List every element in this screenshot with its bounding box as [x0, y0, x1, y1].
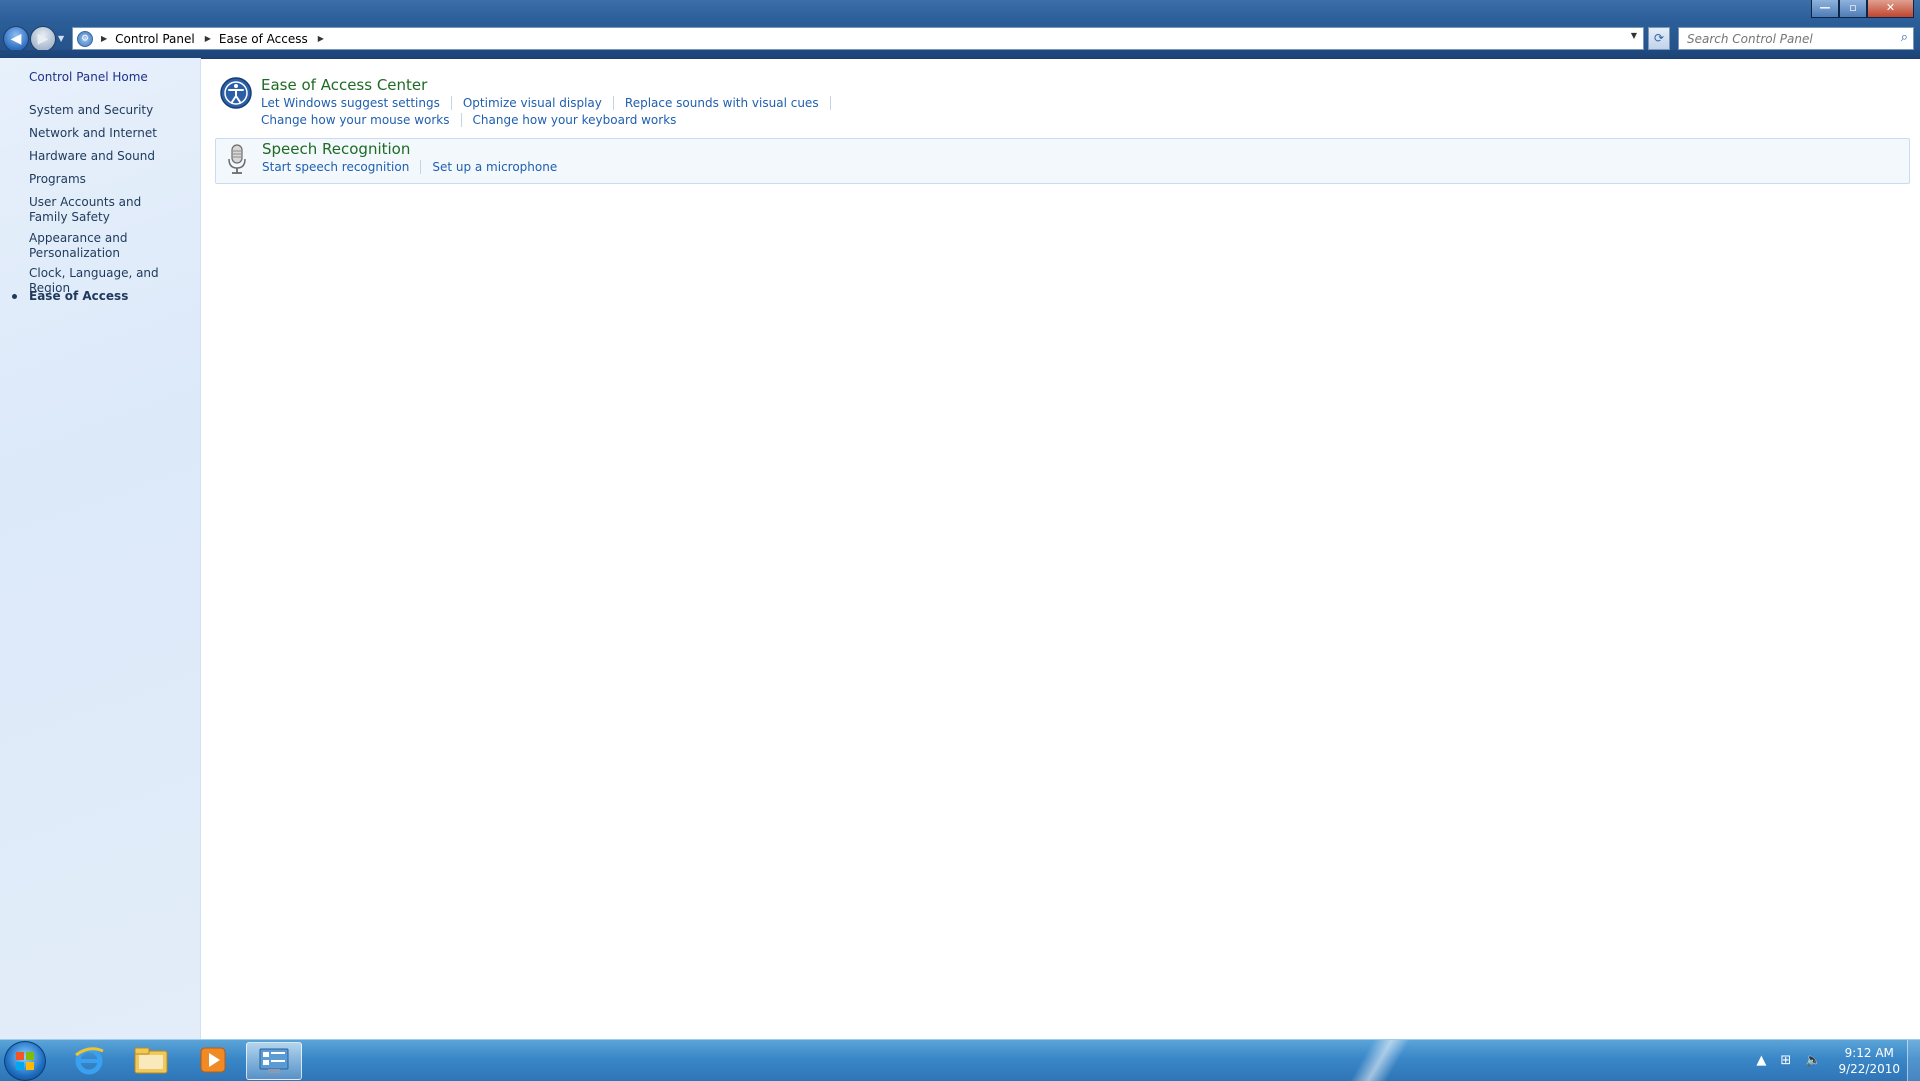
start-button[interactable] — [4, 1041, 46, 1081]
taskbar: ▲ ⊞ 🔈 9:12 AM 9/22/2010 — [0, 1039, 1920, 1081]
media-player-icon — [200, 1047, 226, 1073]
replace-sounds-visual-cues-link[interactable]: Replace sounds with visual cues — [625, 96, 819, 110]
category-ease-of-access-center: Ease of Access Center Let Windows sugges… — [215, 72, 1908, 136]
ease-of-access-links-row-1: Let Windows suggest settings Optimize vi… — [261, 96, 842, 110]
windows-explorer-icon — [134, 1047, 168, 1074]
control-panel-home-link[interactable]: Control Panel Home — [29, 70, 194, 85]
search-input[interactable] — [1685, 30, 1889, 47]
taskbar-wallpaper-swoosh — [1300, 1040, 1460, 1081]
breadcrumb-chevron-icon[interactable]: ▶ — [318, 34, 324, 43]
link-divider — [450, 96, 452, 110]
forward-button[interactable]: ▶ — [30, 26, 56, 52]
control-panel-icon — [259, 1048, 289, 1073]
sidebar-item-appearance[interactable]: Appearance and Personalization — [29, 231, 139, 261]
network-icon[interactable]: ⊞ — [1780, 1053, 1791, 1068]
breadcrumb-control-panel[interactable]: Control Panel — [115, 32, 195, 46]
breadcrumb-chevron-icon[interactable]: ▶ — [205, 34, 211, 43]
link-divider — [420, 160, 422, 174]
close-button[interactable]: ✕ — [1867, 0, 1914, 18]
change-keyboard-works-link[interactable]: Change how your keyboard works — [473, 113, 677, 127]
sidebar-item-user-accounts[interactable]: User Accounts and Family Safety — [29, 195, 179, 225]
current-item-bullet-icon — [12, 294, 17, 299]
ease-of-access-center-link[interactable]: Ease of Access Center — [261, 76, 427, 94]
optimize-visual-display-link[interactable]: Optimize visual display — [463, 96, 602, 110]
link-divider — [612, 96, 614, 110]
sidebar-item-ease-of-access[interactable]: Ease of Access — [29, 289, 194, 304]
microphone-icon[interactable] — [220, 142, 254, 176]
clock-time: 9:12 AM — [1844, 1045, 1894, 1060]
show-hidden-icons-icon[interactable]: ▲ — [1756, 1053, 1766, 1068]
taskbar-internet-explorer[interactable] — [62, 1042, 116, 1078]
let-windows-suggest-settings-link[interactable]: Let Windows suggest settings — [261, 96, 440, 110]
window-frame-strip — [0, 50, 1920, 58]
taskbar-windows-explorer[interactable] — [124, 1042, 178, 1078]
search-box[interactable]: ⌕ — [1678, 27, 1914, 50]
speech-recognition-link[interactable]: Speech Recognition — [262, 140, 410, 158]
refresh-icon: ⟳ — [1653, 31, 1665, 45]
show-desktop-button[interactable] — [1907, 1040, 1920, 1081]
control-panel-icon: ⚙ — [77, 30, 93, 47]
link-divider — [460, 113, 462, 127]
speech-recognition-links-row: Start speech recognition Set up a microp… — [262, 160, 557, 174]
sidebar-item-network-internet[interactable]: Network and Internet — [29, 126, 194, 141]
sidebar-item-system-security[interactable]: System and Security — [29, 103, 194, 118]
sidebar-item-hardware-sound[interactable]: Hardware and Sound — [29, 149, 194, 164]
start-speech-recognition-link[interactable]: Start speech recognition — [262, 160, 409, 174]
refresh-button[interactable]: ⟳ — [1648, 27, 1670, 50]
link-divider — [829, 96, 831, 110]
maximize-button[interactable]: ▫ — [1839, 0, 1867, 18]
set-up-microphone-link[interactable]: Set up a microphone — [432, 160, 557, 174]
volume-icon[interactable]: 🔈 — [1805, 1053, 1821, 1068]
search-icon[interactable]: ⌕ — [1901, 30, 1908, 45]
address-bar[interactable]: ⚙ ▶ Control Panel ▶ Ease of Access ▶ ▼ — [72, 27, 1644, 50]
taskbar-control-panel[interactable] — [246, 1042, 302, 1080]
navigation-pane: Control Panel Home System and Security N… — [0, 58, 201, 1039]
system-clock[interactable]: 9:12 AM 9/22/2010 — [1838, 1045, 1900, 1077]
arrow-right-icon: ▶ — [37, 31, 49, 47]
recent-pages-dropdown[interactable]: ▼ — [58, 34, 64, 43]
window-controls: — ▫ ✕ — [1811, 0, 1914, 18]
taskbar-media-player[interactable] — [186, 1042, 240, 1078]
sidebar-item-programs[interactable]: Programs — [29, 172, 194, 187]
breadcrumb-ease-of-access[interactable]: Ease of Access — [219, 32, 308, 46]
change-mouse-works-link[interactable]: Change how your mouse works — [261, 113, 450, 127]
window-titlebar: — ▫ ✕ ◀ ▶ ▼ ⚙ ▶ Control Panel ▶ Ease of … — [0, 0, 1920, 59]
windows-logo-icon — [16, 1052, 34, 1070]
minimize-button[interactable]: — — [1811, 0, 1839, 18]
internet-explorer-icon — [75, 1047, 104, 1075]
back-button[interactable]: ◀ — [3, 26, 29, 52]
system-tray: ▲ ⊞ 🔈 9:12 AM 9/22/2010 — [1749, 1040, 1900, 1081]
ease-of-access-icon[interactable] — [219, 76, 253, 110]
address-dropdown-icon[interactable]: ▼ — [1631, 31, 1637, 40]
ease-of-access-links-row-2: Change how your mouse works Change how y… — [261, 113, 676, 127]
category-speech-recognition: Speech Recognition Start speech recognit… — [215, 138, 1910, 184]
clock-date: 9/22/2010 — [1838, 1061, 1900, 1076]
arrow-left-icon: ◀ — [10, 31, 22, 47]
breadcrumb-chevron-icon[interactable]: ▶ — [101, 34, 107, 43]
